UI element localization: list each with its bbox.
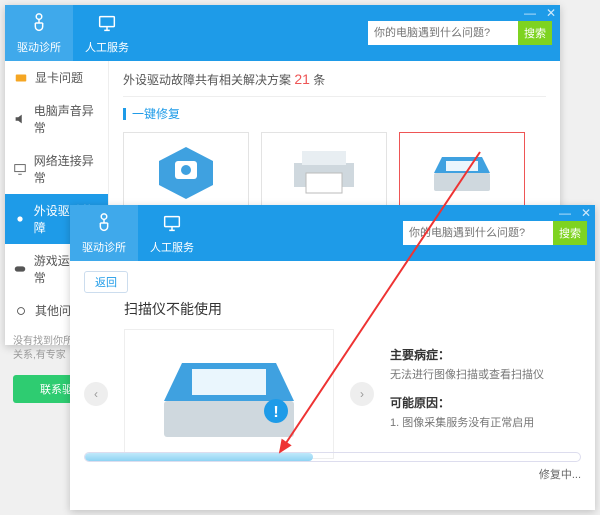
search-button-2[interactable]: 搜索: [553, 221, 587, 245]
camera-icon: [128, 139, 244, 203]
svg-text:!: !: [273, 404, 278, 421]
scanner-icon: [404, 139, 520, 203]
sidebar-item-label: 网络连接异常: [34, 152, 100, 186]
sidebar-item-label: 显卡问题: [35, 69, 83, 86]
minimize-button[interactable]: ―: [524, 7, 536, 19]
scanner-large-icon: !: [124, 329, 334, 459]
titlebar-1: 驱动诊所 人工服务 搜索 ― ✕: [5, 5, 560, 61]
search-input[interactable]: [368, 21, 518, 45]
repair-progress-bar: [84, 452, 581, 462]
sidebar-item-gpu[interactable]: 显卡问题: [5, 61, 108, 94]
headset-monitor-icon: [161, 212, 183, 237]
back-button[interactable]: 返回: [84, 271, 128, 293]
stethoscope-icon: [28, 12, 50, 37]
sidebar-item-network[interactable]: 网络连接异常: [5, 144, 108, 194]
tab-label: 人工服务: [85, 39, 129, 55]
gear-icon: [13, 303, 29, 319]
symptom-heading: 主要病症：: [390, 346, 544, 363]
tab-driver-clinic-2[interactable]: 驱动诊所: [70, 205, 138, 261]
tab-human-service-2[interactable]: 人工服务: [138, 205, 206, 261]
prev-button[interactable]: ‹: [84, 382, 108, 406]
window-detail: 驱动诊所 人工服务 搜索 ― ✕ 返回 扫描仪不能使用 ‹: [70, 205, 595, 510]
progress-label: 修复中...: [84, 466, 581, 482]
close-button[interactable]: ✕: [546, 7, 556, 19]
printer-icon: [266, 139, 382, 203]
sidebar-item-label: 其他问: [35, 302, 71, 319]
tab-human-service[interactable]: 人工服务: [73, 5, 141, 61]
gpu-icon: [13, 70, 29, 86]
usb-icon: [13, 211, 28, 227]
search-button[interactable]: 搜索: [518, 21, 552, 45]
titlebar-2: 驱动诊所 人工服务 搜索 ― ✕: [70, 205, 595, 261]
next-button[interactable]: ›: [350, 382, 374, 406]
tab-label: 人工服务: [150, 239, 194, 255]
symptom-text: 无法进行图像扫描或查看扫描仪: [390, 366, 544, 382]
details-panel: 主要病症： 无法进行图像扫描或查看扫描仪 可能原因： 1. 图像采集服务没有正常…: [390, 346, 544, 442]
sidebar-item-sound[interactable]: 电脑声音异常: [5, 94, 108, 144]
tab-label: 驱动诊所: [82, 239, 126, 255]
monitor-icon: [13, 161, 28, 177]
headset-monitor-icon: [96, 12, 118, 37]
detail-title: 扫描仪不能使用: [124, 299, 581, 319]
sidebar-item-label: 电脑声音异常: [34, 102, 100, 136]
tab-driver-clinic[interactable]: 驱动诊所: [5, 5, 73, 61]
section-one-click-repair: 一键修复: [123, 96, 546, 122]
solution-count: 外设驱动故障共有相关解决方案 21 条: [123, 71, 546, 88]
minimize-button-2[interactable]: ―: [559, 207, 571, 219]
cause-heading: 可能原因：: [390, 394, 544, 411]
tab-label: 驱动诊所: [17, 39, 61, 55]
close-button-2[interactable]: ✕: [581, 207, 591, 219]
speaker-icon: [13, 111, 28, 127]
cause-text: 1. 图像采集服务没有正常启用: [390, 414, 544, 430]
gamepad-icon: [13, 261, 28, 277]
stethoscope-icon: [93, 212, 115, 237]
search-input-2[interactable]: [403, 221, 553, 245]
